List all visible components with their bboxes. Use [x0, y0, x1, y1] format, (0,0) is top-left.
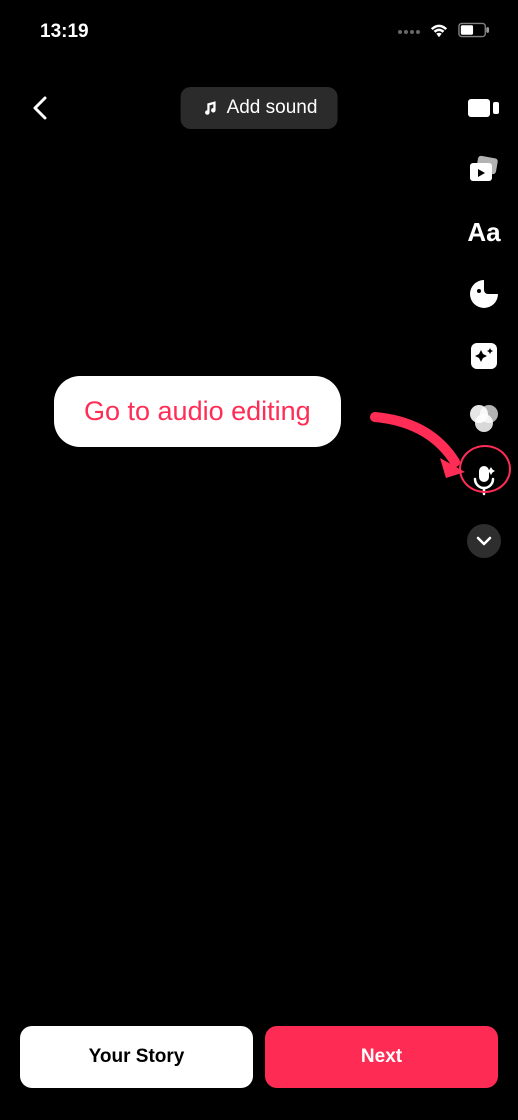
- expand-tools-button[interactable]: [467, 524, 501, 558]
- add-sound-label: Add sound: [227, 97, 318, 119]
- back-button[interactable]: [20, 88, 60, 128]
- next-label: Next: [361, 1046, 402, 1067]
- templates-icon: [467, 155, 501, 185]
- your-story-button[interactable]: Your Story: [20, 1026, 253, 1088]
- status-icons: [398, 21, 490, 44]
- templates-button[interactable]: [466, 152, 502, 188]
- annotation-text: Go to audio editing: [84, 396, 311, 426]
- story-label: Your Story: [89, 1046, 185, 1067]
- status-bar: 13:19: [0, 0, 518, 56]
- audio-editing-button[interactable]: [466, 462, 502, 498]
- adjust-clips-button[interactable]: [466, 90, 502, 126]
- effects-button[interactable]: [466, 338, 502, 374]
- chevron-left-icon: [31, 94, 49, 122]
- chevron-down-icon: [476, 536, 492, 546]
- annotation-callout: Go to audio editing: [54, 376, 341, 447]
- filters-button[interactable]: [466, 400, 502, 436]
- stickers-button[interactable]: [466, 276, 502, 312]
- next-button[interactable]: Next: [265, 1026, 498, 1088]
- status-dots-icon: [398, 30, 420, 34]
- filters-icon: [467, 402, 501, 434]
- music-note-icon: [201, 99, 219, 117]
- effects-icon: [468, 340, 500, 372]
- battery-icon: [458, 22, 490, 43]
- annotation-arrow-icon: [370, 412, 480, 492]
- wifi-icon: [428, 21, 450, 44]
- sticker-icon: [468, 278, 500, 310]
- bottom-bar: Your Story Next: [20, 1026, 498, 1088]
- text-icon: Aa: [467, 217, 500, 248]
- top-bar: Add sound: [0, 56, 518, 138]
- adjust-clips-icon: [466, 93, 502, 123]
- microphone-icon: [469, 463, 499, 497]
- text-button[interactable]: Aa: [466, 214, 502, 250]
- side-tools: Aa: [466, 90, 502, 558]
- add-sound-button[interactable]: Add sound: [181, 87, 338, 129]
- status-time: 13:19: [40, 21, 89, 43]
